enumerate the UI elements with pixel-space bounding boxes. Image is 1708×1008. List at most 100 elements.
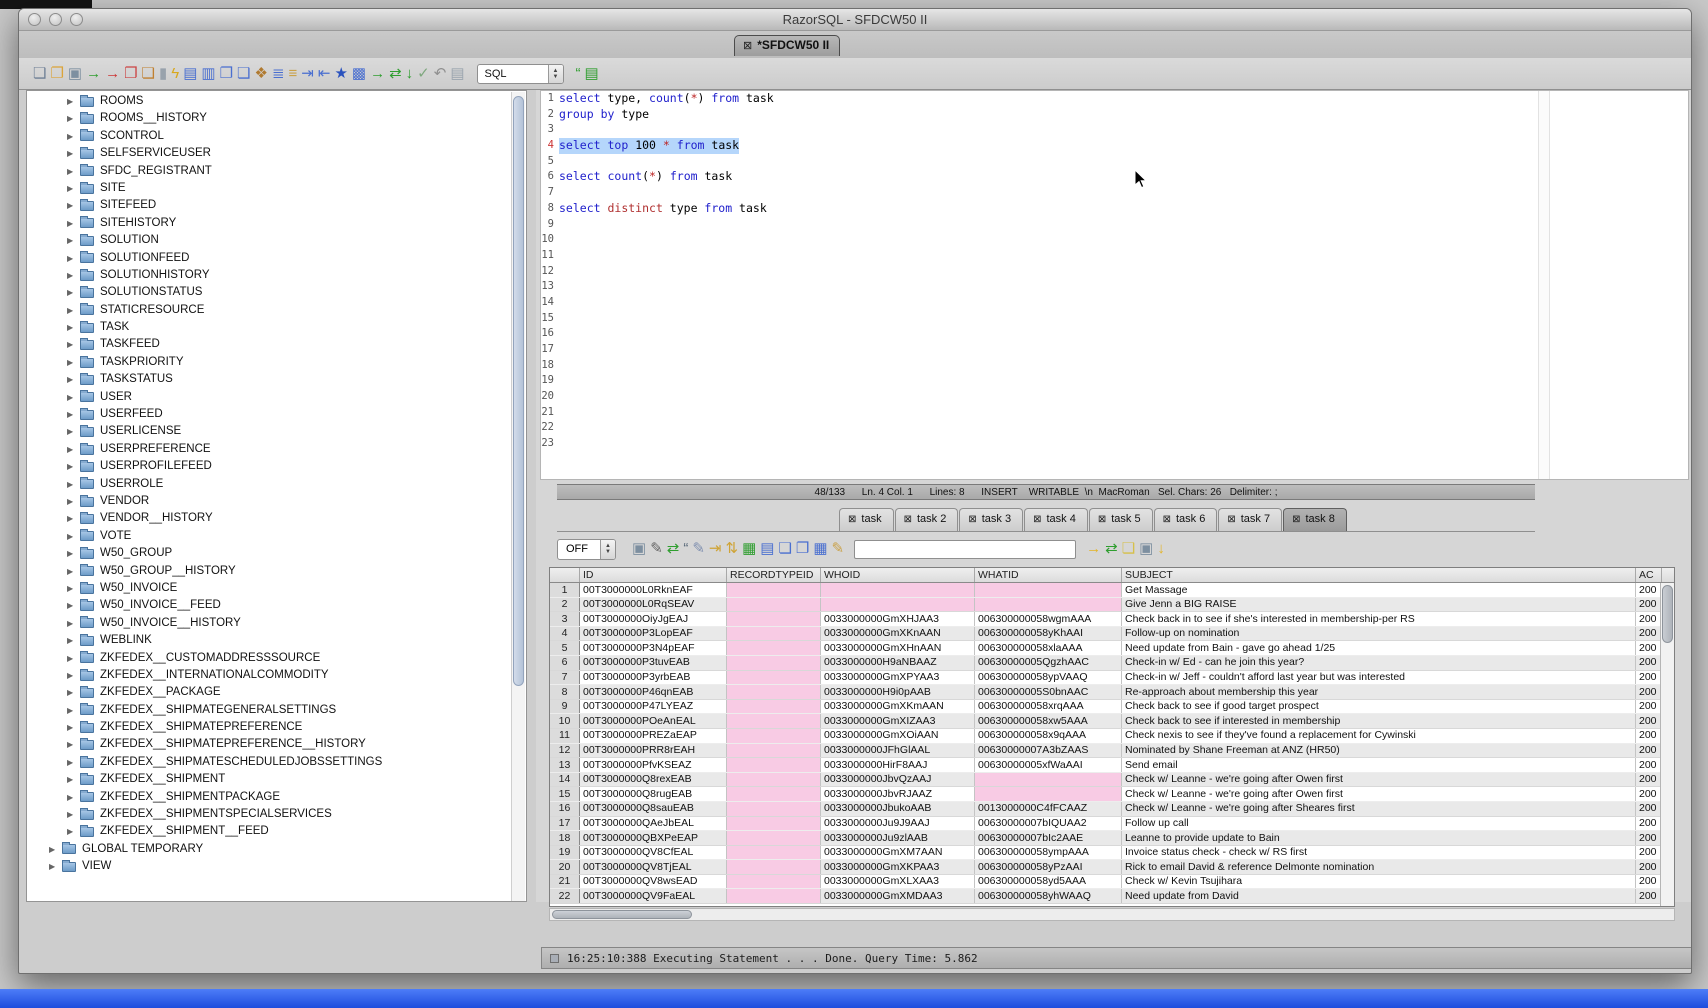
- cell-id[interactable]: 00T3000000POeAnEAL: [580, 714, 727, 728]
- cell-whatid[interactable]: 00630000007bIQUAA2: [975, 817, 1122, 831]
- cell-id[interactable]: 00T3000000PREZaEAP: [580, 729, 727, 743]
- row-number-cell[interactable]: 4: [550, 627, 580, 641]
- table-row[interactable]: 2200T3000000QV9FaEAL0033000000GmXMDAA300…: [550, 889, 1674, 904]
- row-number-cell[interactable]: 19: [550, 846, 580, 860]
- tree-item-w50-group-history[interactable]: ▶W50_GROUP__HISTORY: [27, 563, 526, 580]
- tree-item-site[interactable]: ▶SITE: [27, 180, 526, 197]
- table-row[interactable]: 2100T3000000QV8wsEAD0033000000GmXLXAA300…: [550, 875, 1674, 890]
- close-tab-icon[interactable]: ⊠: [1292, 514, 1300, 525]
- table-row[interactable]: 100T3000000L0RknEAFGet Massage200: [550, 583, 1674, 598]
- editor-line[interactable]: 9: [541, 217, 1688, 233]
- column-header-recordtypeid[interactable]: RECORDTYPEID: [727, 568, 821, 582]
- cell-subject[interactable]: Check w/ Leanne - we're going after Owen…: [1122, 773, 1636, 787]
- copy-connection-icon[interactable]: ❐: [124, 65, 137, 82]
- close-tab-icon[interactable]: ⊠: [1227, 514, 1235, 525]
- cell-ac[interactable]: 200: [1636, 875, 1662, 889]
- row-number-cell[interactable]: 9: [550, 700, 580, 714]
- cell-recordtypeid[interactable]: [727, 831, 821, 845]
- cell-subject[interactable]: Need update from David: [1122, 889, 1636, 903]
- cell-whoid[interactable]: 0033000000Ju9zlAAB: [821, 831, 975, 845]
- new-connection-icon[interactable]: ❏: [142, 65, 155, 82]
- cell-subject[interactable]: Follow up call: [1122, 817, 1636, 831]
- result-tab-task-5[interactable]: ⊠task 5: [1089, 508, 1153, 531]
- cell-ac[interactable]: 200: [1636, 627, 1662, 641]
- cell-ac[interactable]: 200: [1636, 714, 1662, 728]
- row-number-cell[interactable]: 1: [550, 583, 580, 597]
- cell-subject[interactable]: Check-in w/ Ed - can he join this year?: [1122, 656, 1636, 670]
- cell-id[interactable]: 00T3000000P46qnEAB: [580, 685, 727, 699]
- row-number-cell[interactable]: 6: [550, 656, 580, 670]
- cell-ac[interactable]: 200: [1636, 729, 1662, 743]
- tree-item-zkfedex-shipmentpackage[interactable]: ▶ZKFEDEX__SHIPMENTPACKAGE: [27, 789, 526, 806]
- tree-item-view[interactable]: ▶VIEW: [27, 858, 526, 875]
- editor-line[interactable]: 21: [541, 405, 1688, 421]
- disclosure-triangle-icon[interactable]: ▶: [67, 510, 80, 527]
- tree-item-userfeed[interactable]: ▶USERFEED: [27, 406, 526, 423]
- save-grid-icon[interactable]: ▣: [1139, 540, 1153, 557]
- save-results-icon[interactable]: ▣: [632, 540, 646, 557]
- cell-ac[interactable]: 200: [1636, 787, 1662, 801]
- tree-item-userprofilefeed[interactable]: ▶USERPROFILEFEED: [27, 458, 526, 475]
- result-tab-task[interactable]: ⊠task: [839, 508, 894, 531]
- result-tab-task-6[interactable]: ⊠task 6: [1154, 508, 1218, 531]
- reference-book-icon[interactable]: ❖: [255, 65, 268, 82]
- tree-item-taskfeed[interactable]: ▶TASKFEED: [27, 336, 526, 353]
- filter-results-icon[interactable]: ✎: [650, 540, 663, 557]
- cell-whoid[interactable]: 0033000000HirF8AAJ: [821, 758, 975, 772]
- close-tab-icon[interactable]: ⊠: [968, 514, 976, 525]
- schema-list-icon[interactable]: ≣: [272, 65, 285, 82]
- cell-whatid[interactable]: [975, 598, 1122, 612]
- stepper-icon[interactable]: ▲▼: [548, 65, 563, 83]
- row-number-cell[interactable]: 22: [550, 889, 580, 903]
- cell-recordtypeid[interactable]: [727, 758, 821, 772]
- cell-whoid[interactable]: 0033000000H9i0pAAB: [821, 685, 975, 699]
- tree-item-zkfedex-internationalcommodity[interactable]: ▶ZKFEDEX__INTERNATIONALCOMMODITY: [27, 667, 526, 684]
- result-tab-task-7[interactable]: ⊠task 7: [1218, 508, 1282, 531]
- editor-line[interactable]: 18: [541, 358, 1688, 374]
- tree-item-taskstatus[interactable]: ▶TASKSTATUS: [27, 371, 526, 388]
- cell-id[interactable]: 00T3000000QV8CfEAL: [580, 846, 727, 860]
- results-panel-icon[interactable]: ▤: [183, 65, 197, 82]
- tree-item-solutionhistory[interactable]: ▶SOLUTIONHISTORY: [27, 267, 526, 284]
- cell-recordtypeid[interactable]: [727, 612, 821, 626]
- cell-whatid[interactable]: [975, 773, 1122, 787]
- row-number-cell[interactable]: 14: [550, 773, 580, 787]
- disclosure-triangle-icon[interactable]: ▶: [67, 93, 80, 110]
- editor-line[interactable]: 19: [541, 373, 1688, 389]
- cell-id[interactable]: 00T3000000P3LopEAF: [580, 627, 727, 641]
- table-row[interactable]: 1900T3000000QV8CfEAL0033000000GmXM7AAN00…: [550, 846, 1674, 861]
- tree-item-w50-group[interactable]: ▶W50_GROUP: [27, 545, 526, 562]
- cell-id[interactable]: 00T3000000QV8TjEAL: [580, 860, 727, 874]
- cell-whoid[interactable]: 0033000000H9aNBAAZ: [821, 656, 975, 670]
- cell-recordtypeid[interactable]: [727, 641, 821, 655]
- tree-item-w50-invoice-history[interactable]: ▶W50_INVOICE__HISTORY: [27, 615, 526, 632]
- sidebar-scrollbar[interactable]: [511, 92, 525, 902]
- close-tab-icon[interactable]: ⊠: [1033, 514, 1041, 525]
- cell-id[interactable]: 00T3000000P3N4pEAF: [580, 641, 727, 655]
- cell-whoid[interactable]: 0033000000GmXKmAAN: [821, 700, 975, 714]
- cell-whatid[interactable]: 006300000058x9qAAA: [975, 729, 1122, 743]
- disclosure-triangle-icon[interactable]: ▶: [67, 771, 80, 788]
- editor-scrollbar[interactable]: [1538, 91, 1550, 479]
- cell-whatid[interactable]: 006300000058xrqAAA: [975, 700, 1122, 714]
- table-row[interactable]: 1500T3000000Q8rugEAB0033000000JbvRJAAZCh…: [550, 787, 1674, 802]
- editor-line[interactable]: 13: [541, 279, 1688, 295]
- tree-item-rooms-history[interactable]: ▶ROOMS__HISTORY: [27, 110, 526, 127]
- row-number-cell[interactable]: 11: [550, 729, 580, 743]
- cell-recordtypeid[interactable]: [727, 773, 821, 787]
- outdent-icon[interactable]: ⇤: [318, 65, 331, 82]
- disclosure-triangle-icon[interactable]: ▶: [49, 841, 62, 858]
- cell-recordtypeid[interactable]: [727, 700, 821, 714]
- disclosure-triangle-icon[interactable]: ▶: [67, 684, 80, 701]
- disclosure-triangle-icon[interactable]: ▶: [67, 336, 80, 353]
- tree-item-taskpriority[interactable]: ▶TASKPRIORITY: [27, 354, 526, 371]
- cell-whatid[interactable]: 00630000005S0bnAAC: [975, 685, 1122, 699]
- tree-item-zkfedex-shipmatescheduledjobssettings[interactable]: ▶ZKFEDEX__SHIPMATESCHEDULEDJOBSSETTINGS: [27, 754, 526, 771]
- editor-line[interactable]: 15: [541, 311, 1688, 327]
- tree-item-scontrol[interactable]: ▶SCONTROL: [27, 128, 526, 145]
- cell-subject[interactable]: Invoice status check - check w/ RS first: [1122, 846, 1636, 860]
- tree-item-zkfedex-shipmategeneralsettings[interactable]: ▶ZKFEDEX__SHIPMATEGENERALSETTINGS: [27, 702, 526, 719]
- editor-line[interactable]: 3: [541, 122, 1688, 138]
- cell-whatid[interactable]: 0013000000C4fFCAAZ: [975, 802, 1122, 816]
- export-results-icon[interactable]: ▦: [742, 540, 756, 557]
